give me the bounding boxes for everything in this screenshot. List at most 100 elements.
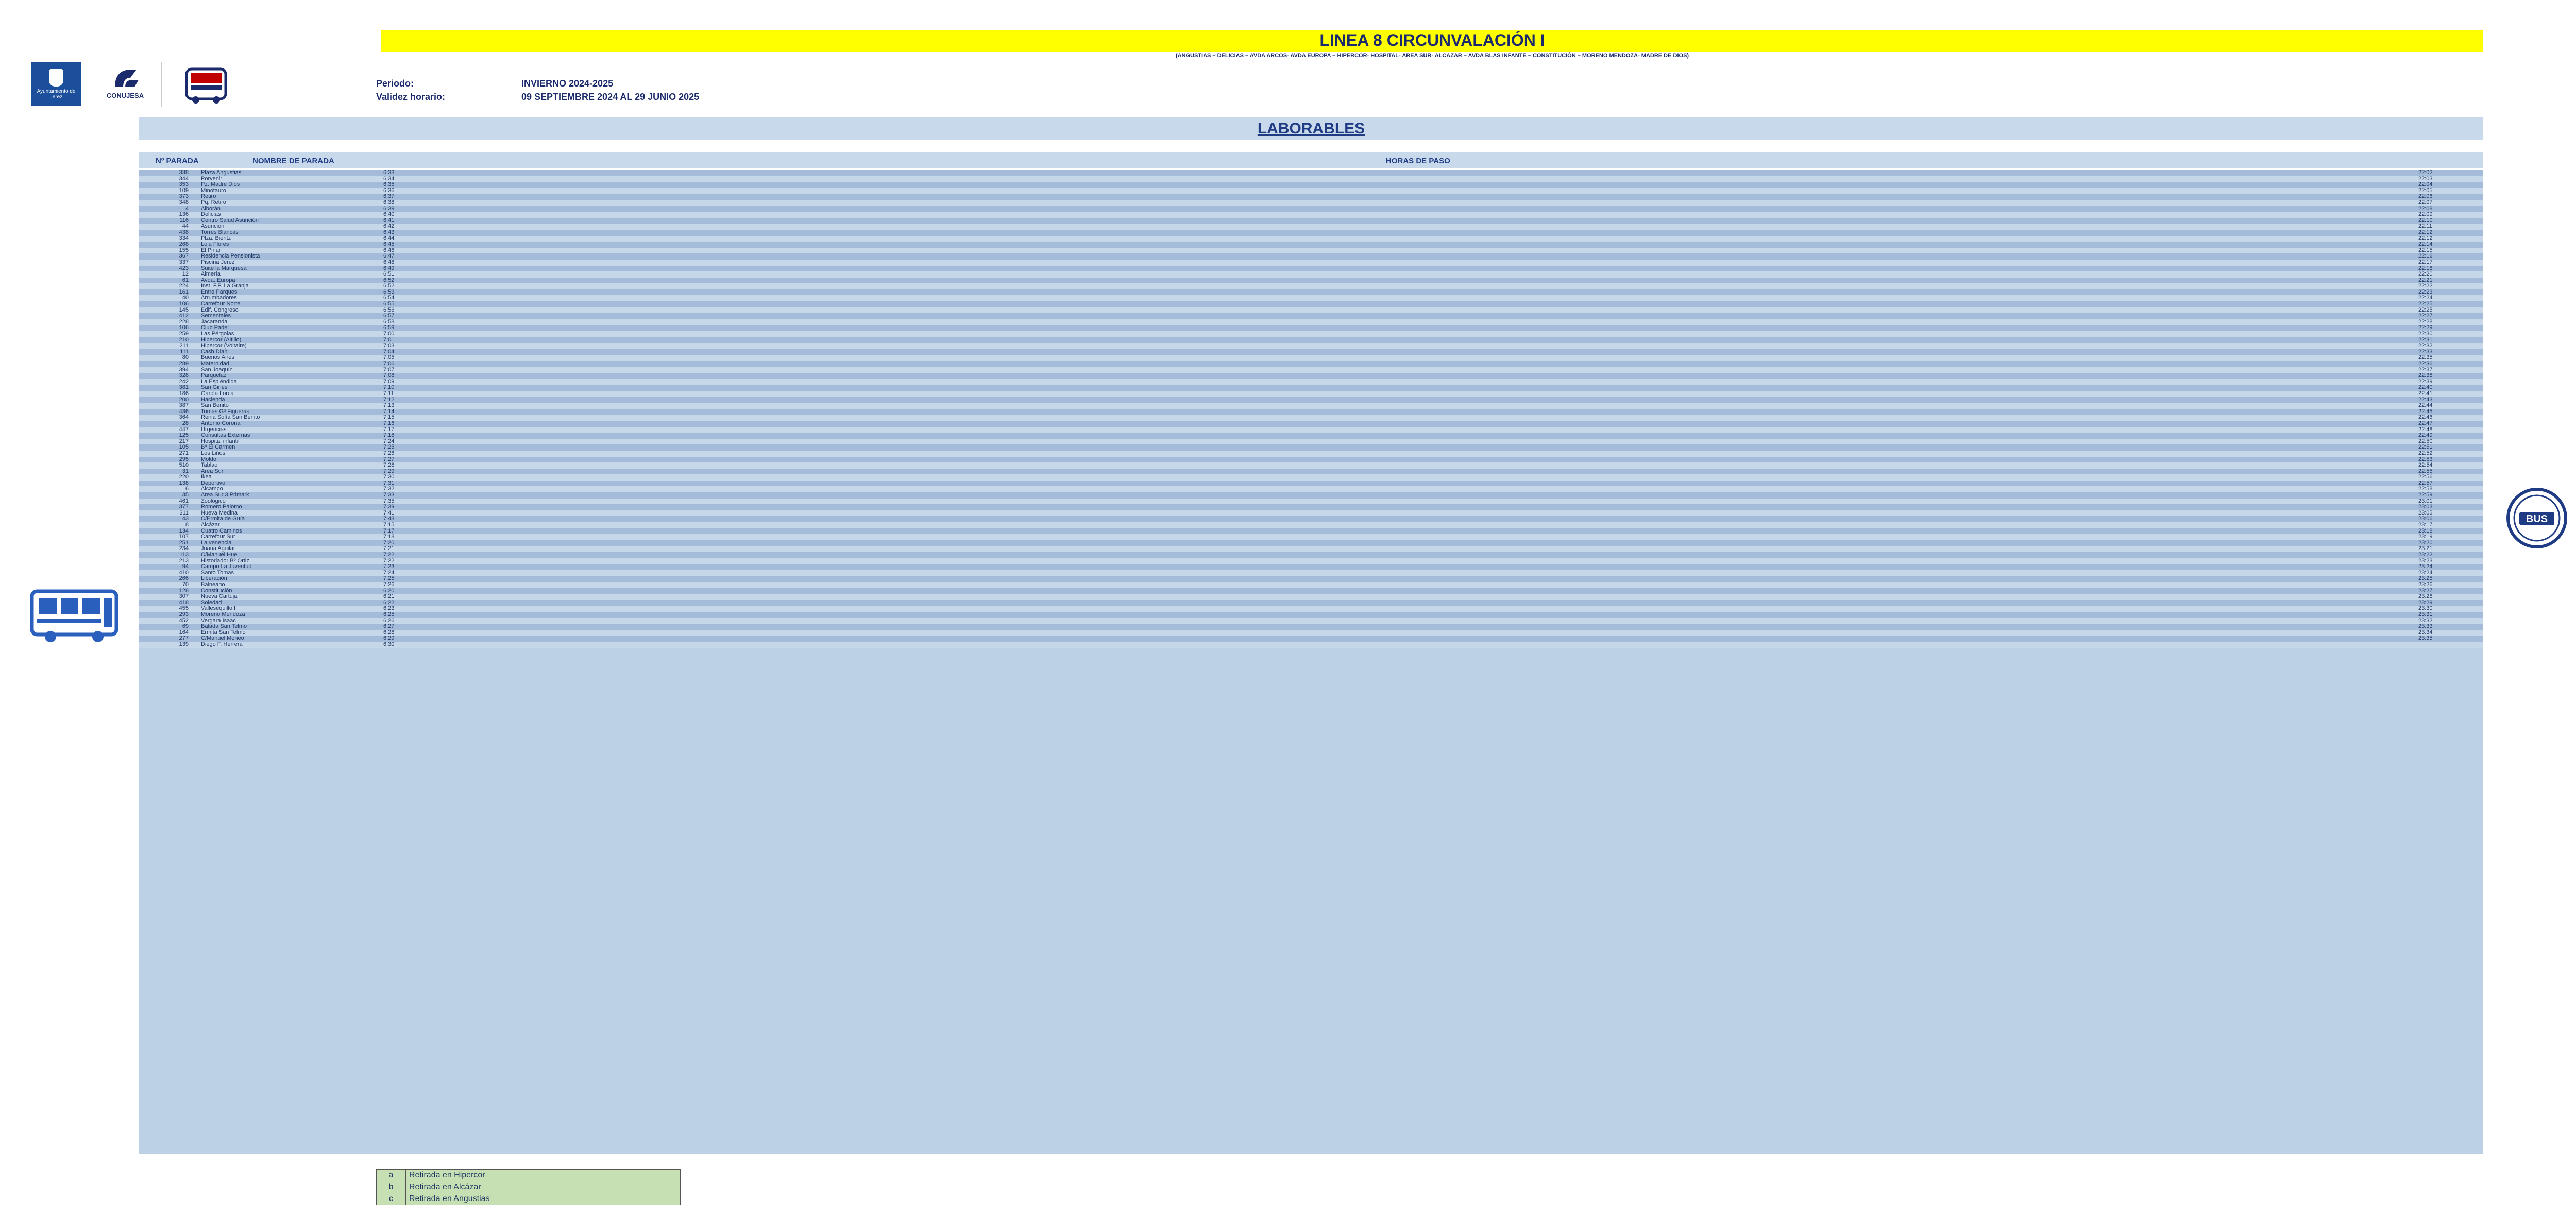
first-departure: 7:03 bbox=[381, 343, 448, 349]
intermediate-times bbox=[448, 486, 2416, 493]
last-departure: 22:57 bbox=[2416, 480, 2483, 487]
table-row: 338 Plaza Angustias 6:33 22:02 bbox=[139, 170, 2483, 176]
intermediate-times bbox=[448, 624, 2416, 630]
intermediate-times bbox=[448, 259, 2416, 266]
first-departure: 6:47 bbox=[381, 253, 448, 260]
stop-number: 367 bbox=[139, 253, 196, 260]
stop-name: Vergara Isaac bbox=[196, 618, 381, 624]
intermediate-times bbox=[448, 618, 2416, 624]
first-departure: 6:35 bbox=[381, 182, 448, 188]
stop-name: Plza. Bientz bbox=[196, 235, 381, 242]
intermediate-times bbox=[448, 433, 2416, 439]
first-departure: 6:43 bbox=[381, 229, 448, 236]
stop-name: Antonio Corona bbox=[196, 420, 381, 427]
stop-name: Ermita San Telmo bbox=[196, 629, 381, 636]
stop-name: La venencia bbox=[196, 540, 381, 546]
table-row: 80 Buenos Aires 7:05 22:35 bbox=[139, 355, 2483, 361]
stop-name: Diego F. Herrera bbox=[196, 641, 381, 648]
table-row: 337 Piscina Jerez 6:48 22:17 bbox=[139, 259, 2483, 266]
last-departure: 23:17 bbox=[2416, 522, 2483, 528]
validez-label: Validez horario: bbox=[376, 92, 446, 102]
first-departure: 6:41 bbox=[381, 217, 448, 224]
table-row: 106 Club Padel 6:59 22:29 bbox=[139, 325, 2483, 332]
stop-name: Constitución bbox=[196, 588, 381, 594]
first-departure: 7:22 bbox=[381, 552, 448, 558]
page-title: LINEA 8 CIRCUNVALACIÓN I bbox=[1319, 31, 1545, 49]
stop-name: Inst. F.P. La Granja bbox=[196, 283, 381, 289]
stop-name: Balneario bbox=[196, 581, 381, 588]
first-departure: 7:17 bbox=[381, 528, 448, 535]
intermediate-times bbox=[448, 307, 2416, 314]
intermediate-times bbox=[448, 271, 2416, 278]
first-departure: 7:27 bbox=[381, 456, 448, 463]
intermediate-times bbox=[448, 599, 2416, 606]
intermediate-times bbox=[448, 301, 2416, 307]
last-departure: 23:31 bbox=[2416, 611, 2483, 618]
intermediate-times bbox=[448, 224, 2416, 230]
first-departure: 7:01 bbox=[381, 337, 448, 344]
table-row: 412 Sementales 6:57 22:27 bbox=[139, 313, 2483, 319]
first-departure: 6:38 bbox=[381, 199, 448, 206]
first-departure: 6:48 bbox=[381, 259, 448, 266]
stop-number: 289 bbox=[139, 361, 196, 367]
stop-number: 338 bbox=[139, 170, 196, 176]
intermediate-times bbox=[448, 367, 2416, 373]
intermediate-times bbox=[448, 415, 2416, 421]
last-departure: 22:48 bbox=[2416, 426, 2483, 433]
last-departure: 22:49 bbox=[2416, 433, 2483, 439]
table-row: 113 C/Manuel Hue 7:22 23:22 bbox=[139, 552, 2483, 558]
stop-number: 125 bbox=[139, 433, 196, 439]
last-departure: 23:03 bbox=[2416, 504, 2483, 510]
last-departure: 22:17 bbox=[2416, 259, 2483, 266]
last-departure: 22:29 bbox=[2416, 325, 2483, 332]
legend-label: Retirada en Hipercor bbox=[405, 1169, 681, 1181]
intermediate-times bbox=[448, 289, 2416, 296]
stop-name: Porvenir bbox=[196, 176, 381, 182]
column-header-band: Nº PARADA NOMBRE DE PARADA HORAS DE PASO bbox=[139, 152, 2483, 168]
first-departure: 6:29 bbox=[381, 636, 448, 642]
intermediate-times bbox=[448, 265, 2416, 272]
last-departure: 22:12 bbox=[2416, 229, 2483, 236]
table-row: 228 Jacaranda 6:58 22:28 bbox=[139, 319, 2483, 325]
table-row: 234 Juana Aguilar 7:21 23:21 bbox=[139, 546, 2483, 552]
stop-name: Cash Dian bbox=[196, 349, 381, 355]
first-departure: 7:12 bbox=[381, 397, 448, 403]
last-departure: 22:56 bbox=[2416, 474, 2483, 481]
intermediate-times bbox=[448, 253, 2416, 260]
intermediate-times bbox=[448, 277, 2416, 284]
table-row: 377 Romero Palomo 7:39 23:03 bbox=[139, 504, 2483, 510]
first-departure: 6:57 bbox=[381, 313, 448, 319]
stop-name: Avda. Europa bbox=[196, 277, 381, 284]
last-departure: 22:38 bbox=[2416, 373, 2483, 379]
stop-name: Área Sur bbox=[196, 468, 381, 475]
stop-name: Reina Sofía San Benito bbox=[196, 415, 381, 421]
bus-icon bbox=[30, 589, 118, 642]
first-departure: 7:29 bbox=[381, 468, 448, 475]
periodo-value: INVIERNO 2024-2025 bbox=[521, 78, 614, 89]
last-departure: 22:10 bbox=[2416, 217, 2483, 224]
table-row: 111 Cash Dian 7:04 22:33 bbox=[139, 349, 2483, 355]
intermediate-times bbox=[448, 468, 2416, 475]
stop-name: El Pinar bbox=[196, 247, 381, 254]
stop-name: Las Pérgolas bbox=[196, 331, 381, 337]
legend-label: Retirada en Angustias bbox=[405, 1193, 681, 1205]
stop-name: Romero Palomo bbox=[196, 504, 381, 510]
first-departure: 7:35 bbox=[381, 498, 448, 505]
last-departure: 22:36 bbox=[2416, 361, 2483, 367]
stop-name: García Lorca bbox=[196, 390, 381, 397]
stop-name: Carrefour Sur bbox=[196, 534, 381, 540]
first-departure: 6:25 bbox=[381, 611, 448, 618]
stop-number: 348 bbox=[139, 199, 196, 206]
stop-number: 213 bbox=[139, 558, 196, 564]
stop-number: 217 bbox=[139, 438, 196, 445]
stop-name: Torres Blancas bbox=[196, 229, 381, 236]
stop-name: San Ginés bbox=[196, 385, 381, 391]
last-departure: 22:33 bbox=[2416, 349, 2483, 355]
table-row: 259 Las Pérgolas 7:00 22:30 bbox=[139, 331, 2483, 337]
red-bus-logo-icon bbox=[185, 67, 227, 104]
last-departure: 22:52 bbox=[2416, 450, 2483, 457]
table-row: 106 Carrefour Norte 6:55 22:25 bbox=[139, 301, 2483, 307]
table-row: 164 Ermita San Telmo 6:28 23:34 bbox=[139, 629, 2483, 636]
last-departure: 22:31 bbox=[2416, 337, 2483, 344]
last-departure: 22:44 bbox=[2416, 403, 2483, 409]
